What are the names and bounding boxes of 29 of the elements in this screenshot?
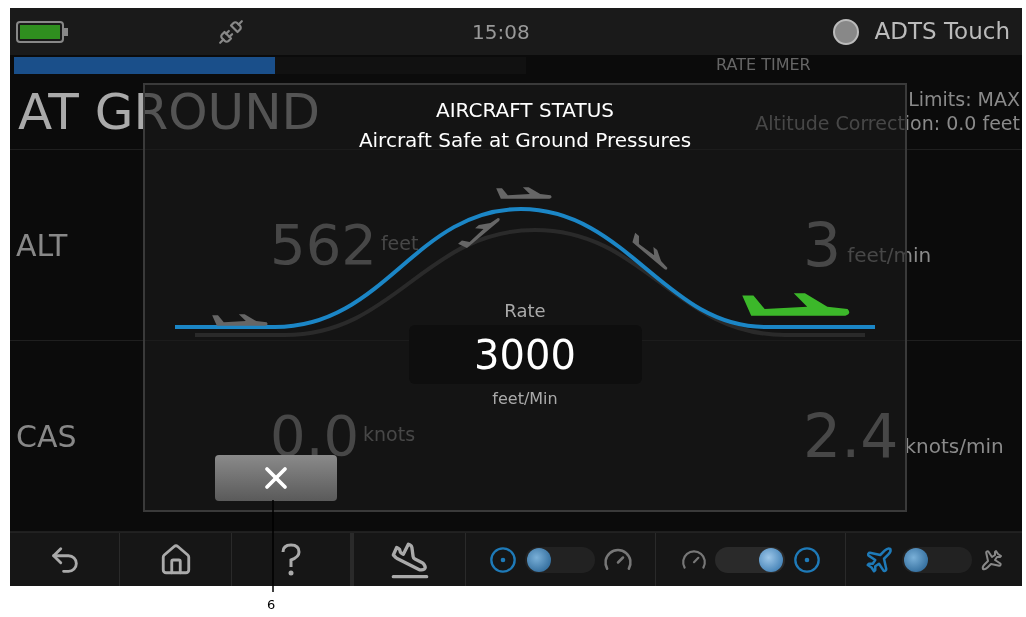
dialog-message: Aircraft Safe at Ground Pressures	[358, 127, 692, 154]
timer-label: RATE TIMER	[716, 54, 811, 76]
plane-icon	[864, 544, 894, 575]
callout-number: 6	[267, 598, 276, 611]
row-label: ALT	[16, 226, 69, 265]
clock-time: 15:08	[472, 18, 530, 46]
rate-label: Rate	[504, 299, 546, 323]
close-button[interactable]	[215, 455, 337, 501]
toggle-switch[interactable]	[714, 546, 785, 573]
toggle-thumb[interactable]	[526, 547, 551, 572]
rate-unit: feet/Min	[492, 388, 558, 410]
rate-number: 3000	[474, 334, 576, 375]
rate-unit: knots/min	[904, 433, 1004, 460]
plug-icon	[218, 18, 244, 45]
landing-plane-icon	[389, 539, 430, 580]
logo-icon	[832, 18, 859, 45]
toggle-thumb[interactable]	[904, 547, 928, 572]
target-icon	[488, 545, 517, 574]
toggle-switch[interactable]	[524, 546, 595, 573]
rate-unit: feet/min	[847, 242, 932, 269]
product-name: ADTS Touch	[874, 17, 1010, 47]
mode-label: AT GROUND	[18, 87, 321, 137]
toggle-switch[interactable]	[902, 546, 972, 573]
limits-label: Limits: MAX	[908, 88, 1020, 112]
toggle-thumb[interactable]	[758, 547, 783, 572]
help-icon	[280, 542, 302, 577]
battery-icon	[16, 20, 68, 43]
dialog-title: AIRCRAFT STATUS	[436, 97, 614, 124]
row-label: CAS	[16, 417, 78, 456]
